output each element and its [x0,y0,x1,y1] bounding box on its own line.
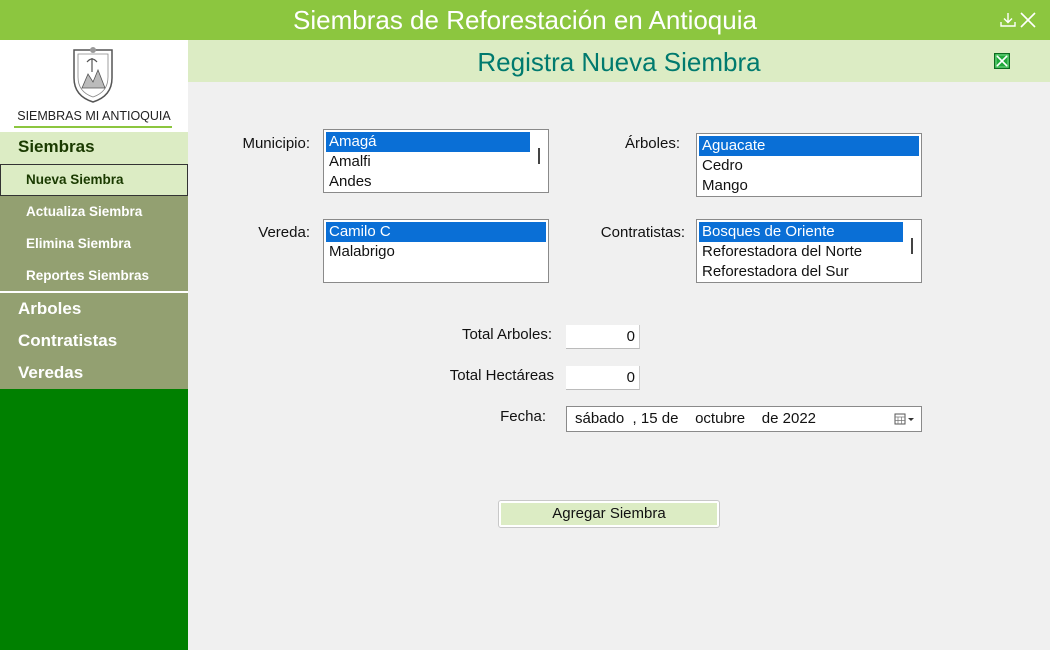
vereda-label: Vereda: [258,224,310,241]
fecha-date-picker[interactable]: sábado , 15 de octubre de 2022 [566,406,922,432]
close-icon[interactable] [1018,10,1038,30]
download-icon[interactable] [998,10,1018,30]
municipio-option[interactable]: Amalfi [326,152,530,172]
vereda-option[interactable]: Camilo C [326,222,546,242]
municipio-option[interactable]: Andes [326,172,530,192]
municipio-label: Municipio: [242,135,310,152]
logo-underline [14,126,172,128]
contratistas-scrollbar[interactable] [911,238,913,254]
window-title: Siembras de Reforestación en Antioquia [293,5,757,35]
arboles-label: Árboles: [624,135,680,152]
logo-text: SIEMBRAS MI ANTIOQUIA [17,109,171,123]
nav-item-reportes-siembras[interactable]: Reportes Siembras [0,260,188,292]
vereda-listbox[interactable]: Camilo C Malabrigo [323,219,549,283]
total-hectareas-input[interactable]: 0 [566,366,640,390]
siembras-submenu: Nueva Siembra Actualiza Siembra Elimina … [0,164,188,292]
coat-of-arms-logo-icon [73,47,113,103]
municipio-listbox[interactable]: Amagá Amalfi Andes [323,129,549,193]
nav-section-arboles[interactable]: Arboles [0,293,188,325]
page-header: Registra Nueva Siembra [188,40,1050,82]
contratistas-listbox[interactable]: Bosques de Oriente Reforestadora del Nor… [696,219,922,283]
total-arboles-label: Total Arboles: [461,326,552,343]
sidebar: SIEMBRAS MI ANTIOQUIA Siembras Nueva Sie… [0,40,188,650]
vereda-option[interactable]: Malabrigo [326,242,546,262]
arbol-option[interactable]: Mango [699,176,919,196]
municipio-option[interactable]: Amagá [326,132,530,152]
logo: SIEMBRAS MI ANTIOQUIA [0,40,188,132]
arbol-option[interactable]: Cedro [699,156,919,176]
nav-item-actualiza-siembra[interactable]: Actualiza Siembra [0,196,188,228]
total-arboles-input[interactable]: 0 [566,325,640,349]
nav-section-veredas[interactable]: Veredas [0,357,188,389]
contratistas-label: Contratistas: [600,224,685,241]
excel-export-icon[interactable] [994,53,1010,69]
nav-section-contratistas[interactable]: Contratistas [0,325,188,357]
arbol-option[interactable]: Aguacate [699,136,919,156]
title-bar: Siembras de Reforestación en Antioquia [0,0,1050,40]
nav-section-siembras[interactable]: Siembras [0,132,188,164]
contratista-option[interactable]: Reforestadora del Norte [699,242,903,262]
nav-item-nueva-siembra[interactable]: Nueva Siembra [0,164,188,196]
calendar-dropdown-icon[interactable] [894,412,916,426]
municipio-scrollbar[interactable] [538,148,540,164]
contratista-option[interactable]: Reforestadora del Sur [699,262,903,282]
fecha-label: Fecha: [500,408,546,425]
arboles-listbox[interactable]: Aguacate Cedro Mango [696,133,922,197]
agregar-siembra-button[interactable]: Agregar Siembra [498,500,720,528]
page-title: Registra Nueva Siembra [477,47,761,77]
nav-item-elimina-siembra[interactable]: Elimina Siembra [0,228,188,260]
contratista-option[interactable]: Bosques de Oriente [699,222,903,242]
main-menu: Arboles Contratistas Veredas [0,293,188,389]
total-hectareas-label: Total Hectáreas [449,367,554,384]
agregar-siembra-label: Agregar Siembra [501,503,717,525]
